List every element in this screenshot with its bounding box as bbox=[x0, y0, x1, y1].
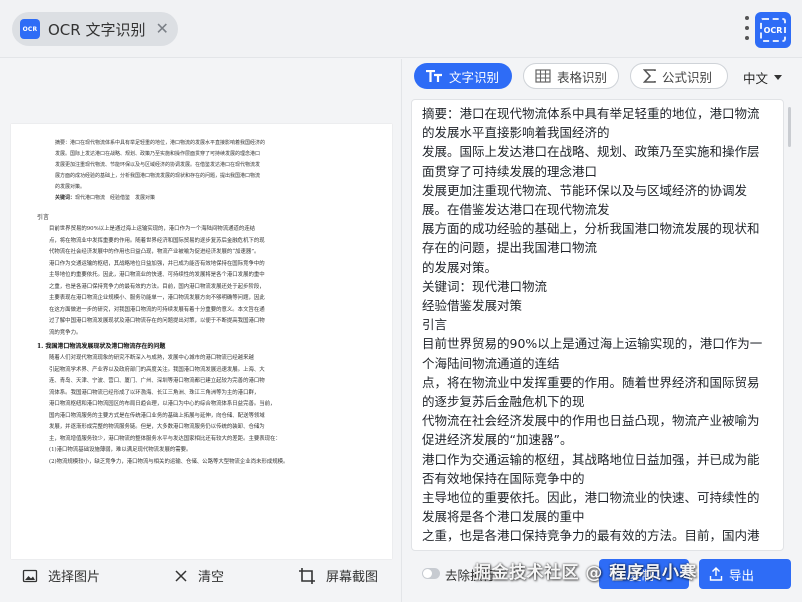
crop-icon bbox=[299, 567, 315, 584]
clear-button[interactable]: 清空 bbox=[174, 566, 224, 585]
result-line: 发展。国际上发达港口在战略、规划、政策乃至实施和操作层 bbox=[422, 144, 760, 160]
select-image-label: 选择图片 bbox=[48, 570, 101, 585]
image-icon bbox=[22, 569, 38, 582]
watermark: 掘金技术社区 @ 程序员小寒 bbox=[474, 563, 697, 583]
result-line: 主导地位的重要依托。因此，港口物流业的快速、可持续性的 bbox=[422, 490, 760, 506]
export-label: 导出 bbox=[729, 567, 755, 583]
result-line: 否有效地保持在国际竞争中的 bbox=[422, 470, 585, 486]
tab-text-recognition[interactable]: 文字识别 bbox=[414, 63, 512, 89]
close-tab-icon[interactable]: ✕ bbox=[155, 21, 168, 37]
tab-table-recognition-label: 表格识别 bbox=[557, 69, 608, 85]
result-line: 发展更加注重现代物流、节能环保以及与区域经济的协调发 bbox=[422, 182, 748, 198]
language-value: 中文 bbox=[743, 71, 769, 86]
doc-intro-body: 目前世界贸易的90%以上是通过海上运输实现的，港口作为一个海陆间物流通道的连结 … bbox=[49, 226, 265, 336]
result-line: 引言 bbox=[422, 317, 448, 333]
ocr-result-text[interactable]: 摘要：港口在现代物流体系中具有举足轻重的地位，港口物流 的发展水平直接影响着我国… bbox=[411, 99, 784, 551]
clear-icon bbox=[175, 569, 187, 582]
export-button[interactable]: 导出 bbox=[699, 559, 791, 589]
screenshot-button[interactable]: 屏幕截图 bbox=[298, 566, 378, 585]
result-line: 促进经济发展的“加速器”。 bbox=[422, 432, 573, 448]
clear-label: 清空 bbox=[198, 570, 225, 585]
tab-text-recognition-label: 文字识别 bbox=[449, 69, 500, 85]
result-line: 展方面的成功经验的基础上，分析我国港口物流发展的现状和 bbox=[422, 221, 760, 237]
doc-heading-1: 1. 我国港口物流发展现状及港口物流存在的问题 bbox=[37, 343, 166, 350]
result-line: 个海陆间物流通道的连结 bbox=[422, 355, 560, 371]
result-panel: 文字识别 表格识别 公式识别 中文 摘要：港口在现代物流体系中具有举足轻重的地位… bbox=[403, 59, 802, 602]
result-line: 代物流在社会经济发展中的作用也日益凸现，物流产业被喻为 bbox=[422, 413, 760, 429]
export-icon bbox=[709, 567, 723, 581]
more-menu-icon[interactable] bbox=[744, 16, 750, 40]
result-line: 的发展水平直接影响着我国经济的 bbox=[422, 125, 610, 141]
result-line: 点，将在物流业中发挥重要的作用。随着世界经济和国际贸易 bbox=[422, 374, 760, 390]
app-tab-title: OCR 文字识别 bbox=[48, 20, 146, 39]
tab-table-recognition[interactable]: 表格识别 bbox=[523, 63, 619, 89]
formula-icon bbox=[643, 69, 656, 83]
result-line: 展。在借鉴发达港口在现代物流发 bbox=[422, 202, 610, 218]
ocr-logo-icon: OCR bbox=[755, 12, 791, 48]
document-preview: 摘要：港口在现代物流体系中具有举足轻重的地位，港口物流的发展水平直接影响着我国经… bbox=[11, 124, 392, 559]
tab-formula-recognition[interactable]: 公式识别 bbox=[630, 63, 728, 89]
doc-section1-body: 随着人们对现代物流现象的研究不断深入与成熟，发展中心城市的港口物流已经越来越 引… bbox=[49, 355, 289, 465]
result-line: 面贯穿了可持续发展的理念港口 bbox=[422, 163, 598, 179]
title-bar: OCR OCR 文字识别 ✕ OCR bbox=[0, 0, 802, 58]
remove-linebreaks-toggle[interactable] bbox=[422, 568, 440, 579]
image-preview-panel: 摘要：港口在现代物流体系中具有举足轻重的地位，港口物流的发展水平直接影响着我国经… bbox=[0, 59, 402, 602]
doc-section-intro: 引言 bbox=[37, 214, 50, 221]
ocr-app-icon: OCR bbox=[20, 19, 40, 39]
result-line: 关键词：现代港口物流 bbox=[422, 278, 548, 294]
text-recognition-icon bbox=[426, 69, 442, 82]
result-line: 发展将是各个港口发展的重中 bbox=[422, 509, 585, 525]
screenshot-label: 屏幕截图 bbox=[326, 570, 379, 585]
doc-keywords: 关键词：现代港口物流 经验借鉴 发展对策 bbox=[55, 195, 156, 201]
language-select[interactable]: 中文 bbox=[743, 68, 783, 87]
doc-abstract: 摘要：港口在现代物流体系中具有举足轻重的地位，港口物流的发展水平直接影响着我国经… bbox=[55, 140, 266, 190]
result-line: 经验借鉴发展对策 bbox=[422, 298, 523, 314]
table-icon bbox=[535, 69, 551, 83]
result-line: 港口作为交通运输的枢纽，其战略地位日益加强，并已成为能 bbox=[422, 451, 760, 467]
result-scrollbar[interactable] bbox=[788, 107, 791, 147]
result-line: 之重，也是各港口保持竞争力的最有效的方法。目前，国内港 bbox=[422, 528, 760, 544]
app-tab[interactable]: OCR OCR 文字识别 ✕ bbox=[12, 12, 178, 46]
result-line: 目前世界贸易的90%以上是通过海上运输实现的，港口作为一 bbox=[422, 336, 763, 352]
result-line: 存在的问题，提出我国港口物流 bbox=[422, 240, 598, 256]
result-line: 的发展对策。 bbox=[422, 259, 498, 275]
result-line: 摘要：港口在现代物流体系中具有举足轻重的地位，港口物流 bbox=[422, 106, 760, 121]
left-toolbar: 选择图片 清空 屏幕截图 bbox=[0, 558, 402, 594]
select-image-button[interactable]: 选择图片 bbox=[22, 566, 100, 585]
result-line: 的逐步复苏后金融危机下的现 bbox=[422, 394, 585, 410]
chevron-down-icon bbox=[774, 75, 783, 80]
tab-formula-recognition-label: 公式识别 bbox=[662, 69, 713, 85]
